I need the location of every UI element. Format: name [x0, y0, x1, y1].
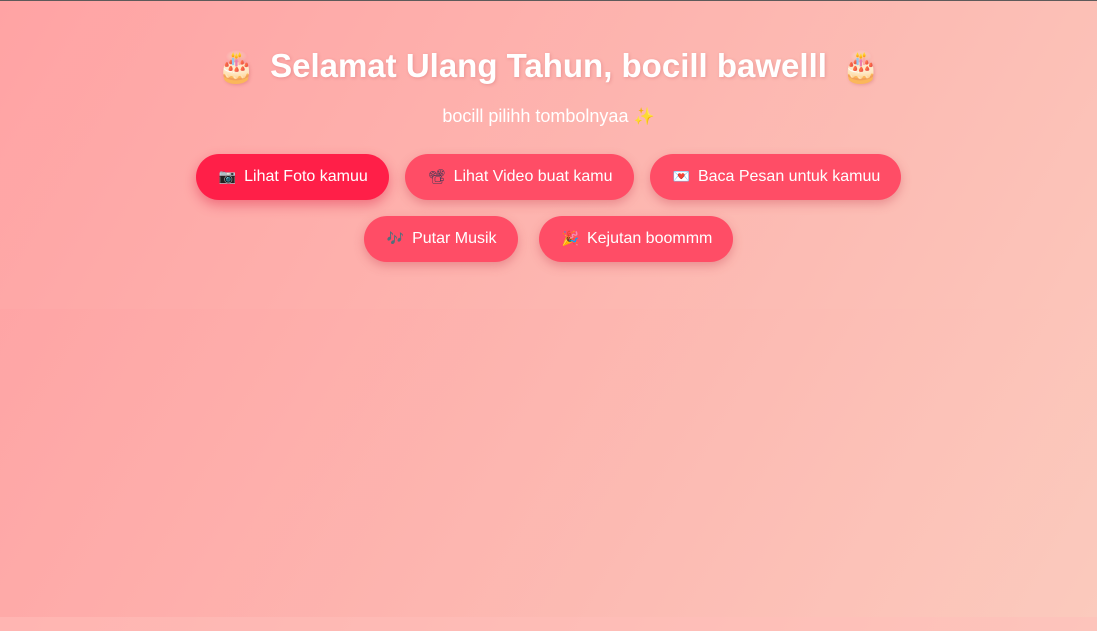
page-subtitle-text: bocill pilihh tombolnyaa: [442, 106, 629, 126]
birthday-cake-icon: 🎂: [842, 50, 880, 85]
play-music-label: Putar Musik: [412, 230, 497, 247]
music-notes-icon: 🎶: [386, 231, 405, 247]
birthday-cake-icon: 🎂: [217, 50, 255, 85]
footer-strip: [0, 617, 1097, 631]
page-title-text: Selamat Ulang Tahun, bocill bawelll: [270, 47, 827, 84]
page-subtitle: bocill pilihh tombolnyaa ✨: [0, 105, 1097, 128]
play-music-button[interactable]: 🎶 Putar Musik: [363, 216, 518, 262]
button-row-secondary: 🎶 Putar Musik 🎉 Kejutan boommm: [0, 216, 1097, 262]
love-letter-icon: 💌: [672, 169, 690, 185]
camera-icon: 📷: [218, 169, 237, 185]
view-video-label: Lihat Video buat kamu: [453, 168, 613, 185]
party-popper-icon: 🎉: [561, 231, 579, 247]
surprise-label: Kejutan boommm: [586, 230, 713, 247]
read-message-button[interactable]: 💌 Baca Pesan untuk kamuu: [649, 154, 902, 200]
projector-icon: 📽: [427, 169, 446, 185]
hero-section: 🎂 Selamat Ulang Tahun, bocill bawelll 🎂 …: [0, 1, 1097, 309]
view-video-button[interactable]: 📽 Lihat Video buat kamu: [404, 154, 634, 200]
sparkles-icon: ✨: [633, 107, 655, 127]
page-title: 🎂 Selamat Ulang Tahun, bocill bawelll 🎂: [0, 45, 1097, 89]
read-message-label: Baca Pesan untuk kamuu: [697, 168, 881, 185]
view-photos-button[interactable]: 📷 Lihat Foto kamuu: [195, 154, 389, 200]
content-area: [0, 309, 1097, 617]
button-row-primary: 📷 Lihat Foto kamuu 📽 Lihat Video buat ka…: [0, 154, 1097, 200]
view-photos-label: Lihat Foto kamuu: [244, 168, 368, 185]
surprise-button[interactable]: 🎉 Kejutan boommm: [538, 216, 734, 262]
